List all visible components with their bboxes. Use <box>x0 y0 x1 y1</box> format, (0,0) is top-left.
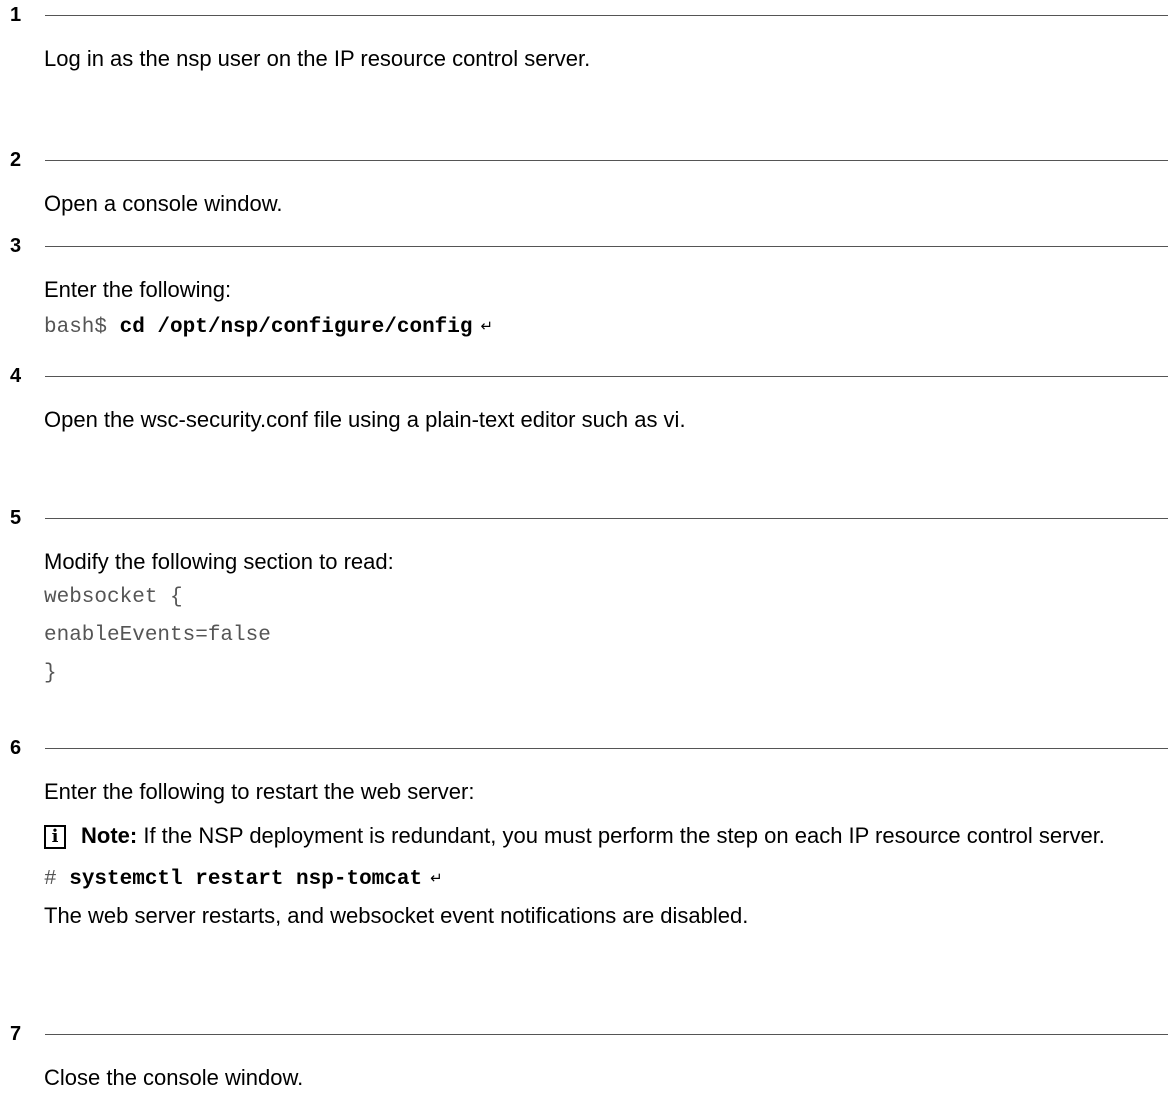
step-3: 3 Enter the following: bash$ cd /opt/nsp… <box>0 231 1173 341</box>
step-header: 5 <box>0 503 1173 533</box>
command-text: systemctl restart nsp-tomcat <box>69 868 423 891</box>
note-box: i Note: If the NSP deployment is redunda… <box>44 823 1163 849</box>
step-text: Open the wsc-security.conf file using a … <box>44 407 686 432</box>
step-text: Enter the following to restart the web s… <box>44 779 475 804</box>
step-body: Enter the following: bash$ cd /opt/nsp/c… <box>44 277 1163 341</box>
step-divider <box>45 160 1168 161</box>
step-divider <box>45 246 1168 247</box>
step-7: 7 Close the console window. <box>0 1019 1173 1091</box>
note-label: Note: <box>81 823 138 848</box>
note-text: If the NSP deployment is redundant, you … <box>137 823 1105 848</box>
step-number: 3 <box>10 235 22 257</box>
step-5: 5 Modify the following section to read: … <box>0 503 1173 687</box>
step-body: Open the wsc-security.conf file using a … <box>44 407 1163 433</box>
step-header: 4 <box>0 361 1173 391</box>
step-text: Open a console window. <box>44 191 283 216</box>
step-header: 6 <box>0 733 1173 763</box>
step-number: 1 <box>10 4 22 26</box>
step-header: 3 <box>0 231 1173 261</box>
step-text: Log in as the nsp user on the IP resourc… <box>44 46 591 71</box>
step-body: Close the console window. <box>44 1065 1163 1091</box>
command-prompt: bash$ <box>44 316 120 339</box>
procedure-page: 1 Log in as the nsp user on the IP resou… <box>0 0 1173 1120</box>
command-line: bash$ cd /opt/nsp/configure/config ↵ <box>44 313 1163 341</box>
step-body: Modify the following section to read: we… <box>44 549 1163 687</box>
step-divider <box>45 376 1168 377</box>
code-line: } <box>44 662 57 685</box>
step-text: Close the console window. <box>44 1065 304 1090</box>
step-number: 5 <box>10 507 22 529</box>
step-header: 2 <box>0 145 1173 175</box>
step-4: 4 Open the wsc-security.conf file using … <box>0 361 1173 433</box>
code-line: websocket { <box>44 586 183 609</box>
step-body: Log in as the nsp user on the IP resourc… <box>44 46 1163 72</box>
step-1: 1 Log in as the nsp user on the IP resou… <box>0 0 1173 72</box>
step-text: Enter the following: <box>44 277 232 302</box>
command-text: cd /opt/nsp/configure/config <box>119 316 473 339</box>
step-number: 2 <box>10 149 22 171</box>
step-body: Open a console window. <box>44 191 1163 217</box>
code-line: enableEvents=false <box>44 624 271 647</box>
step-2: 2 Open a console window. <box>0 145 1173 217</box>
step-result: The web server restarts, and websocket e… <box>44 903 749 928</box>
step-header: 7 <box>0 1019 1173 1049</box>
step-text: Modify the following section to read: <box>44 549 394 574</box>
step-number: 6 <box>10 737 22 759</box>
command-line: # systemctl restart nsp-tomcat ↵ <box>44 865 1163 893</box>
step-number: 4 <box>10 365 22 387</box>
step-divider <box>45 15 1168 16</box>
step-divider <box>45 1034 1168 1035</box>
step-body: Enter the following to restart the web s… <box>44 779 1163 929</box>
step-6: 6 Enter the following to restart the web… <box>0 733 1173 929</box>
step-divider <box>45 748 1168 749</box>
info-icon: i <box>44 825 66 849</box>
step-header: 1 <box>0 0 1173 30</box>
step-divider <box>45 518 1168 519</box>
enter-key-icon: ↵ <box>480 317 494 335</box>
step-number: 7 <box>10 1023 22 1045</box>
command-prompt: # <box>44 868 70 891</box>
enter-key-icon: ↵ <box>430 869 443 887</box>
